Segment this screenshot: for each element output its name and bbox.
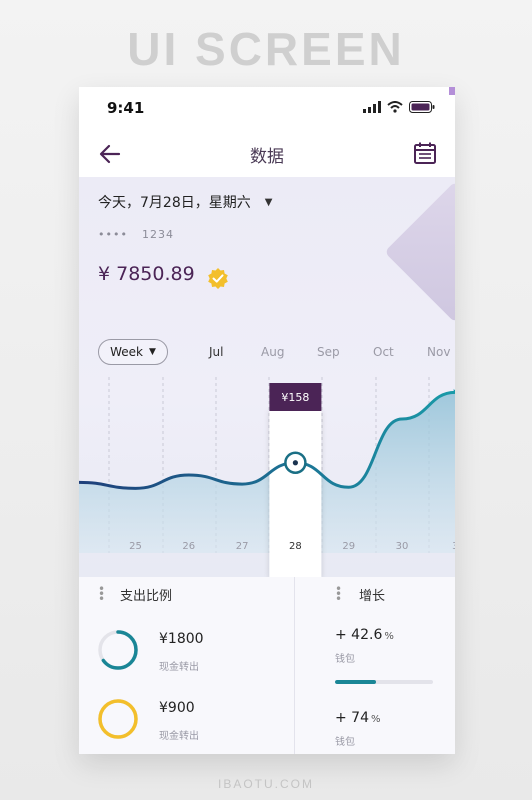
status-time: 9:41 — [107, 99, 145, 117]
card-mask: •••• — [98, 228, 128, 241]
spend-label-2: 现金转出 — [159, 731, 199, 742]
growth-section: • • • 增长 + 42.6% 钱包 + 74% 钱包 — [295, 577, 455, 754]
tooltip-value: ¥158 — [281, 391, 309, 404]
selected-point-dot — [292, 460, 298, 466]
x-tick-label: 3 — [452, 541, 455, 552]
chevron-down-icon: ▼ — [148, 347, 156, 357]
decorative-diamond — [384, 181, 455, 323]
x-tick-label: 29 — [342, 541, 355, 552]
month-tab-nov[interactable]: Nov — [427, 345, 450, 359]
period-label: Week — [110, 345, 143, 359]
growth-progress-fill — [335, 680, 377, 684]
summary-panel: 今天，7月28日，星期六 ▼ •••• 1234 ¥ 7850.89 Week ▼… — [79, 177, 455, 577]
month-tab-jul[interactable]: Jul — [209, 345, 223, 359]
growth-value-2: + 74% — [335, 710, 381, 726]
x-tick-label: 25 — [129, 541, 142, 552]
growth-label-1: 钱包 — [335, 654, 355, 665]
spend-amount-1: ¥1800 — [159, 631, 204, 647]
nav-bar: 数据 — [79, 131, 455, 177]
growth-progress-bar — [335, 680, 433, 684]
calendar-icon[interactable] — [413, 141, 437, 165]
card-last-digits: 1234 — [141, 228, 174, 241]
card-number: •••• 1234 — [98, 228, 174, 241]
month-tab-oct[interactable]: Oct — [373, 345, 394, 359]
spend-label-1: 现金转出 — [159, 662, 199, 673]
growth-value-1: + 42.6% — [335, 627, 394, 643]
date-selector[interactable]: 今天，7月28日，星期六 ▼ — [98, 192, 272, 212]
stats-panel: • • • 支出比例 ¥1800 现金转出 ¥900 现金转出 • • • 增长 + 4… — [79, 577, 455, 754]
battery-icon — [409, 101, 435, 113]
area-chart[interactable]: 25 26 27 28 29 30 3 ¥158 — [79, 377, 455, 577]
date-label: 今天，7月28日，星期六 — [98, 195, 251, 211]
month-tab-sep[interactable]: Sep — [317, 345, 340, 359]
chevron-down-icon: ▼ — [264, 196, 273, 208]
spend-amount-2: ¥900 — [159, 700, 195, 716]
x-tick-label: 27 — [236, 541, 249, 552]
spend-ratio-title: 支出比例 — [120, 589, 173, 604]
spend-ring-1 — [98, 630, 138, 670]
growth-title: 增长 — [359, 589, 386, 604]
balance-amount: ¥ 7850.89 — [98, 263, 195, 285]
growth-label-2: 钱包 — [335, 737, 355, 748]
signal-icon — [363, 101, 381, 113]
banner-title: UI SCREEN — [127, 23, 405, 75]
drag-handle-icon[interactable]: • • • — [98, 583, 105, 605]
period-dropdown[interactable]: Week ▼ — [98, 339, 168, 365]
month-tab-aug[interactable]: Aug — [261, 345, 284, 359]
status-bar: 9:41 — [79, 87, 455, 131]
footer-watermark: IBAOTU.COM — [217, 777, 314, 791]
spend-ring-2 — [98, 699, 138, 739]
x-tick-label: 30 — [396, 541, 409, 552]
x-tick-label: 28 — [289, 541, 302, 552]
drag-handle-icon[interactable]: • • • — [335, 583, 342, 605]
x-tick-label: 26 — [182, 541, 195, 552]
wifi-icon — [387, 101, 403, 113]
area-fill — [79, 388, 455, 553]
phone-screen: 9:41 数据 今天，7月28日，星期六 ▼ •••• 1234 ¥ 7850.… — [79, 87, 455, 754]
status-icons — [363, 101, 435, 113]
spend-ratio-section: • • • 支出比例 ¥1800 现金转出 ¥900 现金转出 — [79, 577, 295, 754]
verified-badge-icon — [208, 268, 228, 289]
page-title: 数据 — [250, 147, 284, 167]
